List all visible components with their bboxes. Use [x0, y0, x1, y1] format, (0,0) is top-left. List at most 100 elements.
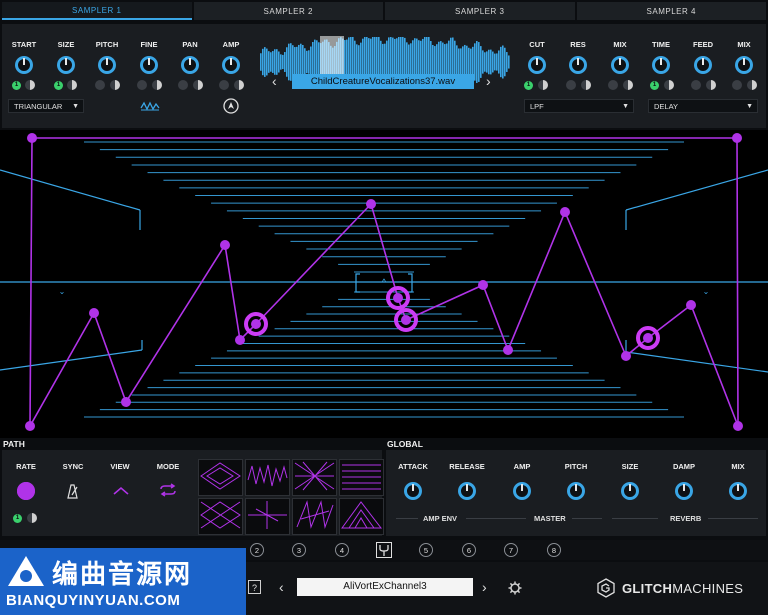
next-sample-icon[interactable]: ›: [486, 74, 491, 88]
tab-sampler-4[interactable]: SAMPLER 4: [576, 2, 766, 20]
start-knob[interactable]: [15, 56, 33, 74]
path-node[interactable]: [401, 315, 411, 325]
fxmix-mod-slot-icon[interactable]: [732, 80, 742, 90]
fx-mix-knob[interactable]: [735, 56, 753, 74]
mix-mod-amount-icon[interactable]: [623, 80, 633, 90]
pitch-knob[interactable]: [98, 56, 116, 74]
cut-mod-amount-icon[interactable]: [538, 80, 548, 90]
path-node[interactable]: [220, 240, 230, 250]
rate-mod-amount-icon[interactable]: [27, 513, 37, 523]
slot-button-3[interactable]: 3: [292, 543, 306, 557]
path-node[interactable]: [732, 133, 742, 143]
feed-mod-slot-icon[interactable]: [691, 80, 701, 90]
lfo-shape-select[interactable]: TRIANGULAR ▼: [8, 99, 84, 113]
resonance-knob[interactable]: [569, 56, 587, 74]
gear-icon[interactable]: [508, 581, 522, 595]
path-node[interactable]: [560, 207, 570, 217]
fine-mod-slot-icon[interactable]: [137, 80, 147, 90]
fxmix-mod-amount-icon[interactable]: [747, 80, 757, 90]
amp-knob[interactable]: [222, 56, 240, 74]
rate-mod-badge[interactable]: 1: [13, 514, 22, 523]
fine-mod-amount-icon[interactable]: [152, 80, 162, 90]
path-preset-thumb[interactable]: [198, 498, 243, 535]
path-node[interactable]: [503, 345, 513, 355]
time-mod-badge[interactable]: 1: [650, 81, 659, 90]
pitch-mod-slot-icon[interactable]: [95, 80, 105, 90]
attack-knob[interactable]: [404, 482, 422, 500]
master-amp-knob[interactable]: [513, 482, 531, 500]
time-mod-amount-icon[interactable]: [664, 80, 674, 90]
metronome-icon[interactable]: [65, 483, 79, 499]
pan-mod-slot-icon[interactable]: [178, 80, 188, 90]
size-mod-amount-icon[interactable]: [67, 80, 77, 90]
prev-sample-icon[interactable]: ‹: [272, 74, 277, 88]
fx-type-select[interactable]: DELAY ▼: [648, 99, 758, 113]
pitch-mod-amount-icon[interactable]: [110, 80, 120, 90]
res-mod-slot-icon[interactable]: [566, 80, 576, 90]
reverb-damp-knob[interactable]: [675, 482, 693, 500]
path-node[interactable]: [89, 308, 99, 318]
next-preset-icon[interactable]: ›: [482, 580, 487, 594]
mix-mod-slot-icon[interactable]: [608, 80, 618, 90]
delay-time-knob[interactable]: [652, 56, 670, 74]
tab-sampler-3[interactable]: SAMPLER 3: [385, 2, 575, 20]
sample-filename[interactable]: ChildCreatureVocalizations37.wav: [292, 74, 474, 89]
path-node[interactable]: [393, 293, 403, 303]
path-node[interactable]: [235, 335, 245, 345]
pan-knob[interactable]: [181, 56, 199, 74]
path-preset-thumb[interactable]: [245, 459, 290, 496]
amp-mod-slot-icon[interactable]: [219, 80, 229, 90]
amp-mod-amount-icon[interactable]: [234, 80, 244, 90]
start-mod-badge[interactable]: 1: [12, 81, 21, 90]
cutoff-knob[interactable]: [528, 56, 546, 74]
path-rate-knob[interactable]: [17, 482, 35, 500]
path-preset-thumb[interactable]: [339, 459, 384, 496]
preset-name-display[interactable]: AliVortExChannel3: [297, 578, 473, 596]
fine-knob[interactable]: [140, 56, 158, 74]
pan-mod-amount-icon[interactable]: [193, 80, 203, 90]
path-preset-thumb[interactable]: [198, 459, 243, 496]
loop-mode-icon[interactable]: [158, 483, 178, 497]
start-mod-amount-icon[interactable]: [25, 80, 35, 90]
path-node[interactable]: [27, 133, 37, 143]
fork-sampler-icon[interactable]: [376, 542, 392, 558]
path-node[interactable]: [686, 300, 696, 310]
path-node[interactable]: [25, 421, 35, 431]
reverse-wave-icon[interactable]: [140, 100, 160, 112]
xy-path-display[interactable]: ^ ⌄ ⌄: [0, 130, 768, 438]
path-node[interactable]: [366, 199, 376, 209]
tab-sampler-2[interactable]: SAMPLER 2: [193, 2, 383, 20]
res-mod-amount-icon[interactable]: [581, 80, 591, 90]
view-triangle-icon[interactable]: [112, 486, 130, 496]
filter-type-select[interactable]: LPF ▼: [524, 99, 634, 113]
path-node[interactable]: [121, 397, 131, 407]
path-node[interactable]: [733, 421, 743, 431]
feedback-knob[interactable]: [694, 56, 712, 74]
path-node[interactable]: [621, 351, 631, 361]
slot-button-4[interactable]: 4: [335, 543, 349, 557]
path-preset-thumb[interactable]: [245, 498, 290, 535]
tab-sampler-1[interactable]: SAMPLER 1: [2, 2, 192, 20]
master-pitch-knob[interactable]: [567, 482, 585, 500]
slot-button-8[interactable]: 8: [547, 543, 561, 557]
path-preset-thumb[interactable]: [292, 498, 337, 535]
path-node[interactable]: [478, 280, 488, 290]
path-visualizer[interactable]: ^ ⌄ ⌄: [0, 130, 768, 438]
slot-button-7[interactable]: 7: [504, 543, 518, 557]
release-knob[interactable]: [458, 482, 476, 500]
feed-mod-amount-icon[interactable]: [706, 80, 716, 90]
slot-button-2[interactable]: 2: [250, 543, 264, 557]
compass-icon[interactable]: [223, 98, 239, 114]
path-preset-thumb[interactable]: [339, 498, 384, 535]
slot-button-5[interactable]: 5: [419, 543, 433, 557]
help-icon[interactable]: ?: [248, 580, 261, 594]
prev-preset-icon[interactable]: ‹: [279, 580, 284, 594]
size-knob[interactable]: [57, 56, 75, 74]
cut-mod-badge[interactable]: 1: [524, 81, 533, 90]
path-preset-thumb[interactable]: [292, 459, 337, 496]
path-node[interactable]: [251, 319, 261, 329]
size-mod-badge[interactable]: 1: [54, 81, 63, 90]
reverb-mix-knob[interactable]: [729, 482, 747, 500]
filter-mix-knob[interactable]: [611, 56, 629, 74]
reverb-size-knob[interactable]: [621, 482, 639, 500]
